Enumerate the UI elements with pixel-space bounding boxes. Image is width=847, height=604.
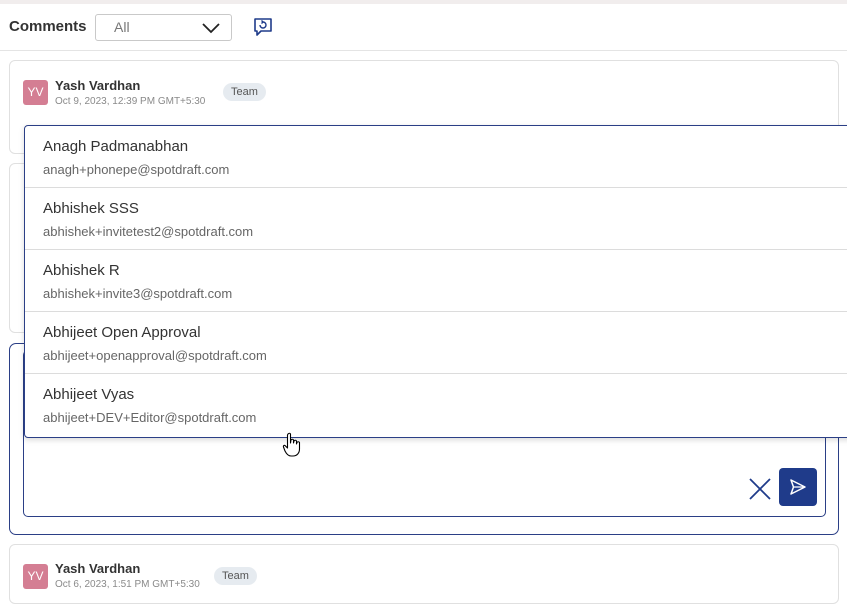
close-icon[interactable] <box>747 476 773 502</box>
mention-option-email: anagh+phonepe@spotdraft.com <box>43 162 230 177</box>
comment-author: Yash Vardhan <box>55 561 141 576</box>
mention-option-name: Abhishek R <box>43 262 120 279</box>
mention-option-name: Abhijeet Open Approval <box>43 324 201 341</box>
send-icon <box>790 479 806 495</box>
mention-option-email: abhishek+invitetest2@spotdraft.com <box>43 224 254 239</box>
mention-option[interactable]: Abhijeet Vyas abhijeet+DEV+Editor@spotdr… <box>25 374 847 436</box>
mention-option-name: Abhijeet Vyas <box>43 386 135 403</box>
mention-suggestions-dropdown: Anagh Padmanabhan anagh+phonepe@spotdraf… <box>24 125 847 438</box>
comments-title: Comments <box>9 18 87 35</box>
comment-timestamp: Oct 9, 2023, 12:39 PM GMT+5:30 <box>55 96 206 107</box>
comments-header: Comments All <box>0 4 847 51</box>
send-button[interactable] <box>779 468 817 506</box>
comment-card: YV Yash Vardhan Oct 6, 2023, 1:51 PM GMT… <box>9 544 839 604</box>
avatar: YV <box>23 564 48 589</box>
comment-refresh-icon[interactable] <box>252 16 274 38</box>
team-badge: Team <box>223 83 266 101</box>
mention-option-email: abhishek+invite3@spotdraft.com <box>43 286 233 301</box>
mention-option-name: Abhishek SSS <box>43 200 139 217</box>
mention-option-email: abhijeet+openapproval@spotdraft.com <box>43 348 267 363</box>
team-badge: Team <box>214 567 257 585</box>
chevron-down-icon <box>202 23 220 34</box>
mention-option[interactable]: Anagh Padmanabhan anagh+phonepe@spotdraf… <box>25 126 847 188</box>
comment-author: Yash Vardhan <box>55 78 141 93</box>
avatar: YV <box>23 80 48 105</box>
mention-option-email: abhijeet+DEV+Editor@spotdraft.com <box>43 410 257 425</box>
mention-option[interactable]: Abhishek R abhishek+invite3@spotdraft.co… <box>25 250 847 312</box>
mention-option-name: Anagh Padmanabhan <box>43 138 189 155</box>
mention-option[interactable]: Abhijeet Open Approval abhijeet+openappr… <box>25 312 847 374</box>
comment-timestamp: Oct 6, 2023, 1:51 PM GMT+5:30 <box>55 579 200 590</box>
comment-filter-select[interactable]: All <box>95 14 232 41</box>
mention-option[interactable]: Abhishek SSS abhishek+invitetest2@spotdr… <box>25 188 847 250</box>
filter-selected-value: All <box>114 19 130 35</box>
hand-cursor-icon <box>282 432 301 457</box>
